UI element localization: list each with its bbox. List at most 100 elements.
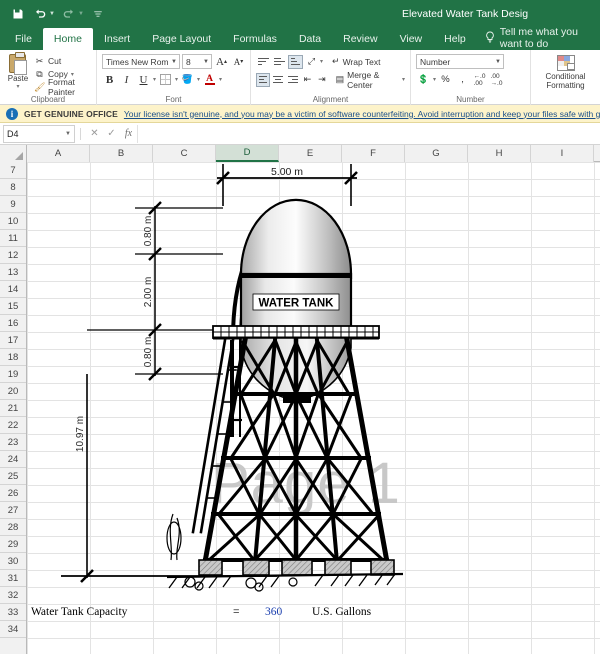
font-color-button[interactable]: A (202, 72, 217, 87)
shrink-font-button[interactable]: A ▾ (231, 54, 246, 69)
font-size-dropdown-icon[interactable]: ▼ (200, 59, 209, 65)
font-name-dropdown-icon[interactable]: ▼ (168, 59, 177, 65)
cell-d33[interactable]: = (233, 604, 240, 621)
cell-e33[interactable]: 360 (265, 604, 282, 621)
row-header-32[interactable]: 32 (0, 587, 26, 604)
align-middle-button[interactable] (272, 55, 287, 69)
column-header-f[interactable]: F (342, 145, 405, 162)
paste-dropdown-icon[interactable]: ▾ (16, 83, 19, 90)
row-header-11[interactable]: 11 (0, 230, 26, 247)
row-header-8[interactable]: 8 (0, 179, 26, 196)
row-header-17[interactable]: 17 (0, 332, 26, 349)
check-icon[interactable]: ✓ (103, 128, 120, 139)
align-top-button[interactable] (256, 55, 271, 69)
fill-color-button[interactable]: 🪣 (180, 72, 195, 87)
formula-input[interactable] (137, 124, 600, 143)
tab-review[interactable]: Review (332, 28, 388, 50)
row-header-33[interactable]: 33 (0, 604, 26, 621)
increase-decimal-button[interactable]: ←.0.00 (472, 72, 487, 87)
redo-dropdown-icon[interactable]: ▼ (78, 11, 84, 17)
grow-font-button[interactable]: A ▴ (214, 54, 229, 69)
orientation-button[interactable]: ⤢ (304, 54, 319, 69)
tab-view[interactable]: View (389, 28, 434, 50)
row-header-10[interactable]: 10 (0, 213, 26, 230)
row-header-16[interactable]: 16 (0, 315, 26, 332)
decrease-decimal-button[interactable]: .00 →.0 (489, 72, 504, 87)
align-bottom-button[interactable] (288, 54, 303, 69)
row-header-7[interactable]: 7 (0, 162, 26, 179)
column-header-h[interactable]: H (468, 145, 531, 162)
row-header-22[interactable]: 22 (0, 417, 26, 434)
merge-center-button[interactable]: ▤ Merge & Center ▾ (336, 70, 405, 90)
tab-help[interactable]: Help (433, 28, 477, 50)
tab-data[interactable]: Data (288, 28, 332, 50)
bold-button[interactable]: B (102, 72, 117, 87)
row-header-19[interactable]: 19 (0, 366, 26, 383)
decrease-indent-button[interactable]: ⇤ (301, 72, 314, 87)
row-header-29[interactable]: 29 (0, 536, 26, 553)
row-header-31[interactable]: 31 (0, 570, 26, 587)
cut-button[interactable]: ✂ Cut (34, 55, 91, 67)
tell-me-box[interactable]: Tell me what you want to do (477, 26, 600, 50)
accounting-dropdown-icon[interactable]: ▾ (433, 76, 436, 83)
row-header-26[interactable]: 26 (0, 485, 26, 502)
row-header-24[interactable]: 24 (0, 451, 26, 468)
redo-icon[interactable] (59, 4, 79, 24)
select-all-button[interactable] (0, 145, 27, 162)
column-header-a[interactable]: A (27, 145, 90, 162)
comma-style-button[interactable]: , (455, 72, 470, 87)
conditional-formatting-button[interactable]: Conditional Formatting (539, 55, 593, 90)
genuine-office-notification[interactable]: i GET GENUINE OFFICE Your license isn't … (0, 105, 600, 123)
row-header-14[interactable]: 14 (0, 281, 26, 298)
genuine-message[interactable]: Your license isn't genuine, and you may … (124, 109, 600, 119)
fill-color-dropdown-icon[interactable]: ▾ (197, 76, 200, 83)
format-painter-button[interactable]: 🖌 Format Painter (34, 77, 91, 97)
number-format-combo[interactable]: Number ▼ (416, 54, 504, 69)
row-header-15[interactable]: 15 (0, 298, 26, 315)
row-header-18[interactable]: 18 (0, 349, 26, 366)
customize-quick-access-icon[interactable] (88, 4, 108, 24)
undo-icon[interactable] (30, 4, 50, 24)
row-header-28[interactable]: 28 (0, 519, 26, 536)
font-name-combo[interactable]: Times New Roman ▼ (102, 54, 180, 69)
wrap-text-button[interactable]: ↵ Wrap Text (332, 55, 381, 69)
row-header-30[interactable]: 30 (0, 553, 26, 570)
italic-button[interactable]: I (119, 72, 134, 87)
merge-center-dropdown-icon[interactable]: ▾ (402, 76, 405, 83)
align-right-button[interactable] (286, 73, 300, 87)
align-left-button[interactable] (256, 72, 271, 87)
name-box-dropdown-icon[interactable]: ▼ (65, 131, 71, 137)
row-header-21[interactable]: 21 (0, 400, 26, 417)
cells-area[interactable]: Page 1 WATER TANK 5.00 m 0.80 m 2.00 m 0… (27, 162, 600, 654)
percent-style-button[interactable]: % (438, 72, 453, 87)
row-header-27[interactable]: 27 (0, 502, 26, 519)
paste-button[interactable]: Paste ▾ (5, 52, 31, 90)
align-center-button[interactable] (271, 73, 285, 87)
orientation-dropdown-icon[interactable]: ▾ (320, 58, 323, 65)
undo-dropdown-icon[interactable]: ▼ (49, 11, 55, 17)
tab-formulas[interactable]: Formulas (222, 28, 288, 50)
tab-page-layout[interactable]: Page Layout (141, 28, 222, 50)
name-box[interactable]: D4 ▼ (3, 124, 75, 143)
column-header-i[interactable]: I (531, 145, 594, 162)
cell-a33[interactable]: Water Tank Capacity (31, 604, 127, 621)
row-header-9[interactable]: 9 (0, 196, 26, 213)
underline-dropdown-icon[interactable]: ▾ (153, 76, 156, 83)
row-header-23[interactable]: 23 (0, 434, 26, 451)
tab-home[interactable]: Home (42, 28, 93, 50)
cancel-icon[interactable]: ✕ (86, 128, 103, 139)
accounting-format-button[interactable]: 💲 (416, 72, 431, 87)
font-color-dropdown-icon[interactable]: ▾ (219, 76, 222, 83)
row-header-34[interactable]: 34 (0, 621, 26, 638)
increase-indent-button[interactable]: ⇥ (315, 72, 328, 87)
font-size-combo[interactable]: 8 ▼ (182, 54, 212, 69)
borders-dropdown-icon[interactable]: ▾ (175, 76, 178, 83)
cell-f33[interactable]: U.S. Gallons (312, 604, 371, 621)
tab-file[interactable]: File (4, 28, 43, 50)
row-header-20[interactable]: 20 (0, 383, 26, 400)
number-format-dropdown-icon[interactable]: ▼ (492, 59, 501, 65)
column-header-c[interactable]: C (153, 145, 216, 162)
column-header-e[interactable]: E (279, 145, 342, 162)
tab-insert[interactable]: Insert (93, 28, 141, 50)
column-header-b[interactable]: B (90, 145, 153, 162)
